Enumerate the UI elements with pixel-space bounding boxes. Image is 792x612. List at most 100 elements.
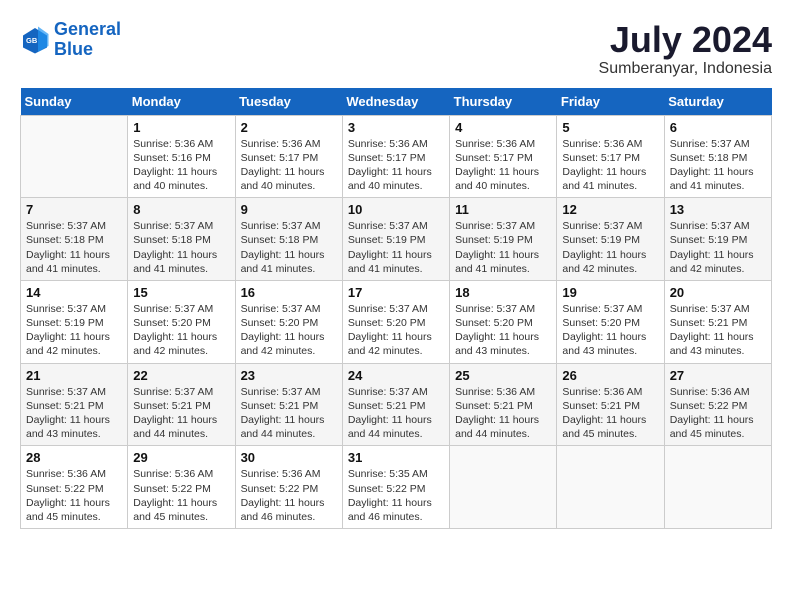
day-number: 25 — [455, 368, 551, 383]
day-number: 30 — [241, 450, 337, 465]
day-number: 27 — [670, 368, 766, 383]
logo: GB General Blue — [20, 20, 121, 60]
day-number: 5 — [562, 120, 658, 135]
day-number: 14 — [26, 285, 122, 300]
day-info: Sunrise: 5:37 AMSunset: 5:18 PMDaylight:… — [133, 219, 229, 276]
day-info: Sunrise: 5:37 AMSunset: 5:20 PMDaylight:… — [562, 302, 658, 359]
day-info: Sunrise: 5:37 AMSunset: 5:19 PMDaylight:… — [562, 219, 658, 276]
day-info: Sunrise: 5:36 AMSunset: 5:21 PMDaylight:… — [455, 385, 551, 442]
calendar-cell: 15 Sunrise: 5:37 AMSunset: 5:20 PMDayligh… — [128, 280, 235, 363]
day-number: 18 — [455, 285, 551, 300]
day-info: Sunrise: 5:37 AMSunset: 5:18 PMDaylight:… — [26, 219, 122, 276]
day-number: 28 — [26, 450, 122, 465]
day-info: Sunrise: 5:37 AMSunset: 5:21 PMDaylight:… — [241, 385, 337, 442]
calendar-cell: 13 Sunrise: 5:37 AMSunset: 5:19 PMDayligh… — [664, 198, 771, 281]
day-number: 3 — [348, 120, 444, 135]
calendar-cell: 6 Sunrise: 5:37 AMSunset: 5:18 PMDaylight… — [664, 115, 771, 198]
calendar-cell — [450, 446, 557, 529]
day-number: 1 — [133, 120, 229, 135]
calendar-cell: 9Sunrise: 5:37 AMSunset: 5:18 PMDaylight… — [235, 198, 342, 281]
page-header: GB General Blue July 2024 Sumberanyar, I… — [20, 20, 772, 78]
day-number: 2 — [241, 120, 337, 135]
day-info: Sunrise: 5:37 AMSunset: 5:19 PMDaylight:… — [26, 302, 122, 359]
day-info: Sunrise: 5:37 AMSunset: 5:21 PMDaylight:… — [348, 385, 444, 442]
calendar-cell: 27 Sunrise: 5:36 AMSunset: 5:22 PMDayligh… — [664, 363, 771, 446]
day-number: 15 — [133, 285, 229, 300]
calendar-cell: 11 Sunrise: 5:37 AMSunset: 5:19 PMDayligh… — [450, 198, 557, 281]
day-info: Sunrise: 5:36 AMSunset: 5:21 PMDaylight:… — [562, 385, 658, 442]
day-info: Sunrise: 5:36 AMSunset: 5:22 PMDaylight:… — [26, 467, 122, 524]
day-info: Sunrise: 5:37 AMSunset: 5:19 PMDaylight:… — [455, 219, 551, 276]
day-number: 17 — [348, 285, 444, 300]
day-info: Sunrise: 5:37 AMSunset: 5:21 PMDaylight:… — [26, 385, 122, 442]
day-number: 22 — [133, 368, 229, 383]
weekday-row: SundayMondayTuesdayWednesdayThursdayFrid… — [21, 88, 772, 116]
calendar-cell — [664, 446, 771, 529]
day-info: Sunrise: 5:37 AMSunset: 5:18 PMDaylight:… — [670, 137, 766, 194]
calendar-week-row: 21 Sunrise: 5:37 AMSunset: 5:21 PMDayligh… — [21, 363, 772, 446]
weekday-header: Thursday — [450, 88, 557, 116]
calendar-cell: 24 Sunrise: 5:37 AMSunset: 5:21 PMDayligh… — [342, 363, 449, 446]
calendar-cell: 10 Sunrise: 5:37 AMSunset: 5:19 PMDayligh… — [342, 198, 449, 281]
day-number: 26 — [562, 368, 658, 383]
day-number: 19 — [562, 285, 658, 300]
logo-icon: GB — [20, 25, 50, 55]
logo-text: General Blue — [54, 20, 121, 60]
day-info: Sunrise: 5:37 AMSunset: 5:20 PMDaylight:… — [455, 302, 551, 359]
calendar-cell — [21, 115, 128, 198]
calendar-cell: 8 Sunrise: 5:37 AMSunset: 5:18 PMDaylight… — [128, 198, 235, 281]
day-info: Sunrise: 5:37 AMSunset: 5:21 PMDaylight:… — [670, 302, 766, 359]
day-info: Sunrise: 5:36 AMSunset: 5:17 PMDaylight:… — [348, 137, 444, 194]
day-info: Sunrise: 5:36 AMSunset: 5:17 PMDaylight:… — [562, 137, 658, 194]
day-info: Sunrise: 5:37 AMSunset: 5:19 PMDaylight:… — [670, 219, 766, 276]
day-number: 8 — [133, 202, 229, 217]
weekday-header: Friday — [557, 88, 664, 116]
day-number: 16 — [241, 285, 337, 300]
day-number: 6 — [670, 120, 766, 135]
day-number: 21 — [26, 368, 122, 383]
calendar-cell: 17 Sunrise: 5:37 AMSunset: 5:20 PMDayligh… — [342, 280, 449, 363]
calendar-cell: 1 Sunrise: 5:36 AMSunset: 5:16 PMDaylight… — [128, 115, 235, 198]
calendar-cell: 5 Sunrise: 5:36 AMSunset: 5:17 PMDaylight… — [557, 115, 664, 198]
day-number: 31 — [348, 450, 444, 465]
calendar-cell: 25 Sunrise: 5:36 AMSunset: 5:21 PMDayligh… — [450, 363, 557, 446]
day-info: Sunrise: 5:36 AMSunset: 5:17 PMDaylight:… — [241, 137, 337, 194]
calendar-cell: 2 Sunrise: 5:36 AMSunset: 5:17 PMDaylight… — [235, 115, 342, 198]
calendar-week-row: 28 Sunrise: 5:36 AMSunset: 5:22 PMDayligh… — [21, 446, 772, 529]
calendar-cell: 14 Sunrise: 5:37 AMSunset: 5:19 PMDayligh… — [21, 280, 128, 363]
day-info: Sunrise: 5:37 AMSunset: 5:21 PMDaylight:… — [133, 385, 229, 442]
day-info: Sunrise: 5:36 AMSunset: 5:22 PMDaylight:… — [670, 385, 766, 442]
day-number: 24 — [348, 368, 444, 383]
calendar-table: SundayMondayTuesdayWednesdayThursdayFrid… — [20, 88, 772, 529]
day-number: 10 — [348, 202, 444, 217]
calendar-cell: 12Sunrise: 5:37 AMSunset: 5:19 PMDayligh… — [557, 198, 664, 281]
calendar-cell: 28 Sunrise: 5:36 AMSunset: 5:22 PMDayligh… — [21, 446, 128, 529]
day-number: 29 — [133, 450, 229, 465]
calendar-week-row: 7Sunrise: 5:37 AMSunset: 5:18 PMDaylight… — [21, 198, 772, 281]
day-info: Sunrise: 5:35 AMSunset: 5:22 PMDaylight:… — [348, 467, 444, 524]
calendar-cell: 26 Sunrise: 5:36 AMSunset: 5:21 PMDayligh… — [557, 363, 664, 446]
calendar-cell — [557, 446, 664, 529]
title-block: July 2024 Sumberanyar, Indonesia — [599, 20, 772, 78]
location-subtitle: Sumberanyar, Indonesia — [599, 60, 772, 78]
day-info: Sunrise: 5:37 AMSunset: 5:19 PMDaylight:… — [348, 219, 444, 276]
calendar-body: 1 Sunrise: 5:36 AMSunset: 5:16 PMDaylight… — [21, 115, 772, 528]
calendar-week-row: 14 Sunrise: 5:37 AMSunset: 5:19 PMDayligh… — [21, 280, 772, 363]
day-info: Sunrise: 5:37 AMSunset: 5:20 PMDaylight:… — [348, 302, 444, 359]
calendar-cell: 23 Sunrise: 5:37 AMSunset: 5:21 PMDayligh… — [235, 363, 342, 446]
day-info: Sunrise: 5:36 AMSunset: 5:22 PMDaylight:… — [133, 467, 229, 524]
calendar-cell: 22 Sunrise: 5:37 AMSunset: 5:21 PMDayligh… — [128, 363, 235, 446]
svg-text:GB: GB — [26, 36, 38, 45]
month-title: July 2024 — [599, 20, 772, 60]
day-info: Sunrise: 5:36 AMSunset: 5:16 PMDaylight:… — [133, 137, 229, 194]
day-number: 11 — [455, 202, 551, 217]
calendar-cell: 31 Sunrise: 5:35 AMSunset: 5:22 PMDayligh… — [342, 446, 449, 529]
weekday-header: Monday — [128, 88, 235, 116]
calendar-cell: 4Sunrise: 5:36 AMSunset: 5:17 PMDaylight… — [450, 115, 557, 198]
day-info: Sunrise: 5:37 AMSunset: 5:20 PMDaylight:… — [133, 302, 229, 359]
calendar-cell: 21 Sunrise: 5:37 AMSunset: 5:21 PMDayligh… — [21, 363, 128, 446]
day-number: 23 — [241, 368, 337, 383]
day-number: 13 — [670, 202, 766, 217]
day-info: Sunrise: 5:36 AMSunset: 5:22 PMDaylight:… — [241, 467, 337, 524]
weekday-header: Wednesday — [342, 88, 449, 116]
